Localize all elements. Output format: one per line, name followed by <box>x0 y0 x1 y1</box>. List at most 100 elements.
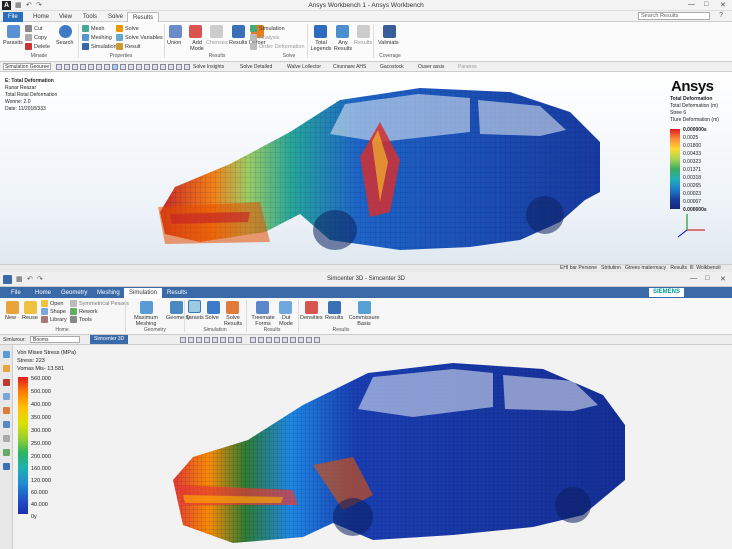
toolbar-tool-icon[interactable] <box>152 64 158 70</box>
toolbar-tool-icon[interactable] <box>220 337 226 343</box>
maximum-meshing-button[interactable]: Maximum Meshing <box>129 315 163 327</box>
select-tool-icon[interactable] <box>112 64 118 70</box>
toolbar-tool-icon[interactable] <box>258 337 264 343</box>
maximize-icon[interactable]: □ <box>705 275 709 282</box>
tab-tools[interactable]: Tools <box>78 12 102 22</box>
roles-icon[interactable] <box>3 421 10 428</box>
union-button[interactable]: Union <box>167 40 181 46</box>
toolbar-tool-icon[interactable] <box>160 64 166 70</box>
solve-detailed-button[interactable]: Solve Detailed <box>240 64 272 70</box>
toolbar-tool-icon[interactable] <box>136 64 142 70</box>
simulation-button[interactable]: Simulation <box>82 43 117 50</box>
toolbar-tool-icon[interactable] <box>306 337 312 343</box>
paranes-button[interactable]: Paranes <box>458 64 477 70</box>
tab-simulation[interactable]: Simulation <box>124 288 163 298</box>
layers-icon[interactable] <box>3 463 10 470</box>
solve-variables-button[interactable]: Solve Variables <box>116 34 163 41</box>
tab-view[interactable]: View <box>54 12 77 22</box>
reuse-button[interactable]: Reuse <box>22 315 38 321</box>
toolbar-tool-icon[interactable] <box>120 64 126 70</box>
minimize-icon[interactable]: — <box>688 1 695 8</box>
cirunnare-ahs-button[interactable]: Cirunnare AHS <box>333 64 366 70</box>
valmiats-button[interactable]: Valmiats <box>378 40 399 46</box>
parasits-button[interactable]: Parasits <box>3 40 23 46</box>
solve-button[interactable]: Solve <box>116 25 139 32</box>
chenses-button[interactable]: Chenses <box>206 40 228 46</box>
help-icon[interactable]: ? <box>719 12 723 19</box>
order-deformation-button[interactable]: Order Deformation <box>250 43 305 50</box>
toolbar-tool-icon[interactable] <box>184 64 190 70</box>
open-button[interactable]: Open <box>41 300 63 307</box>
toolbar-tool-icon[interactable] <box>56 64 62 70</box>
result-button[interactable]: Result <box>116 43 141 50</box>
library-button[interactable]: Library <box>41 316 67 323</box>
simulation-dropdown[interactable]: Simulation Geouree <box>3 63 51 70</box>
toolbar-tool-icon[interactable] <box>314 337 320 343</box>
out-mode-button[interactable]: Out Mode <box>276 315 296 327</box>
analysis-button[interactable]: Analysis <box>250 34 279 41</box>
results-icon[interactable] <box>3 379 10 386</box>
toolbar-tool-icon[interactable] <box>144 64 150 70</box>
settings-icon[interactable] <box>3 449 10 456</box>
toolbar-tool-icon[interactable] <box>176 64 182 70</box>
toolbar-tool-icon[interactable] <box>80 64 86 70</box>
solve-results-button[interactable]: Solve Results <box>221 315 245 327</box>
tools-button[interactable]: Tools <box>70 316 92 323</box>
toolbar-tool-icon[interactable] <box>212 337 218 343</box>
walve-lollector-button[interactable]: Walve Lollector <box>287 64 321 70</box>
rework-button[interactable]: Rework <box>70 308 98 315</box>
search-results-input[interactable]: Search Results <box>638 12 710 20</box>
results-coverage-button[interactable]: Results <box>354 40 372 46</box>
cut-button[interactable]: Cut <box>25 25 43 32</box>
toolbar-tool-icon[interactable] <box>290 337 296 343</box>
tab-results[interactable]: Results <box>127 12 160 22</box>
tab-home[interactable]: Home <box>28 12 54 22</box>
close-icon[interactable]: ✕ <box>720 1 726 9</box>
toolbar-tool-icon[interactable] <box>228 337 234 343</box>
copy-button[interactable]: Copy <box>25 34 47 41</box>
toolbar-tool-icon[interactable] <box>104 64 110 70</box>
tab-geometry[interactable]: Geometry <box>56 288 92 298</box>
toolbar-tool-icon[interactable] <box>180 337 186 343</box>
close-icon[interactable]: ✕ <box>720 275 726 283</box>
toolbar-tool-icon[interactable] <box>96 64 102 70</box>
solve-button[interactable]: Solve <box>205 315 219 321</box>
tab-file[interactable]: File <box>3 12 23 22</box>
results-button[interactable]: Results <box>229 40 247 46</box>
navigator-icon[interactable] <box>3 351 10 358</box>
toolbar-tool-icon[interactable] <box>298 337 304 343</box>
symmetrical-button[interactable]: Symmetrical Pesses <box>70 300 129 307</box>
tab-file[interactable]: File <box>6 288 26 298</box>
toolbar-tool-icon[interactable] <box>236 337 242 343</box>
tab-home[interactable]: Home <box>30 288 56 298</box>
meshing-button[interactable]: Meshing <box>82 34 112 41</box>
toolbar-tool-icon[interactable] <box>266 337 272 343</box>
minimize-icon[interactable]: — <box>690 275 697 282</box>
commissure-basis-button[interactable]: Commissure Basis <box>347 315 381 327</box>
history-icon[interactable] <box>3 393 10 400</box>
densities-button[interactable]: Densities <box>300 315 323 321</box>
mesh-button[interactable]: Mesh <box>82 25 104 32</box>
results-button[interactable]: Results <box>325 315 343 321</box>
toolbar-tool-icon[interactable] <box>72 64 78 70</box>
add-mode-button[interactable]: Add Mode <box>186 40 208 52</box>
any-results-button[interactable]: Any Results <box>333 40 353 52</box>
gacostock-button[interactable]: Gacostock <box>380 64 404 70</box>
toolbar-tool-icon[interactable] <box>128 64 134 70</box>
search-button[interactable]: Search <box>56 40 73 46</box>
maximize-icon[interactable]: □ <box>704 1 708 8</box>
palette-icon[interactable] <box>3 407 10 414</box>
booms-dropdown[interactable]: Booms <box>30 336 80 343</box>
new-button[interactable]: New <box>5 315 16 321</box>
simcenter-graphics-viewport[interactable]: Von Mises Stress (MPa) Stress: 223 Vomas… <box>13 345 732 549</box>
ansys-graphics-viewport[interactable]: E: Total Deformation Runar Reazar Total … <box>0 72 732 264</box>
toolbar-tool-icon[interactable] <box>274 337 280 343</box>
tab-solve[interactable]: Solve <box>103 12 128 22</box>
toolbar-tool-icon[interactable] <box>168 64 174 70</box>
toolbar-tool-icon[interactable] <box>250 337 256 343</box>
web-icon[interactable] <box>3 435 10 442</box>
delete-button[interactable]: Delete <box>25 43 50 50</box>
toolbar-tool-icon[interactable] <box>196 337 202 343</box>
toolbar-tool-icon[interactable] <box>88 64 94 70</box>
tarasts-button[interactable]: Tarasts <box>186 315 204 321</box>
